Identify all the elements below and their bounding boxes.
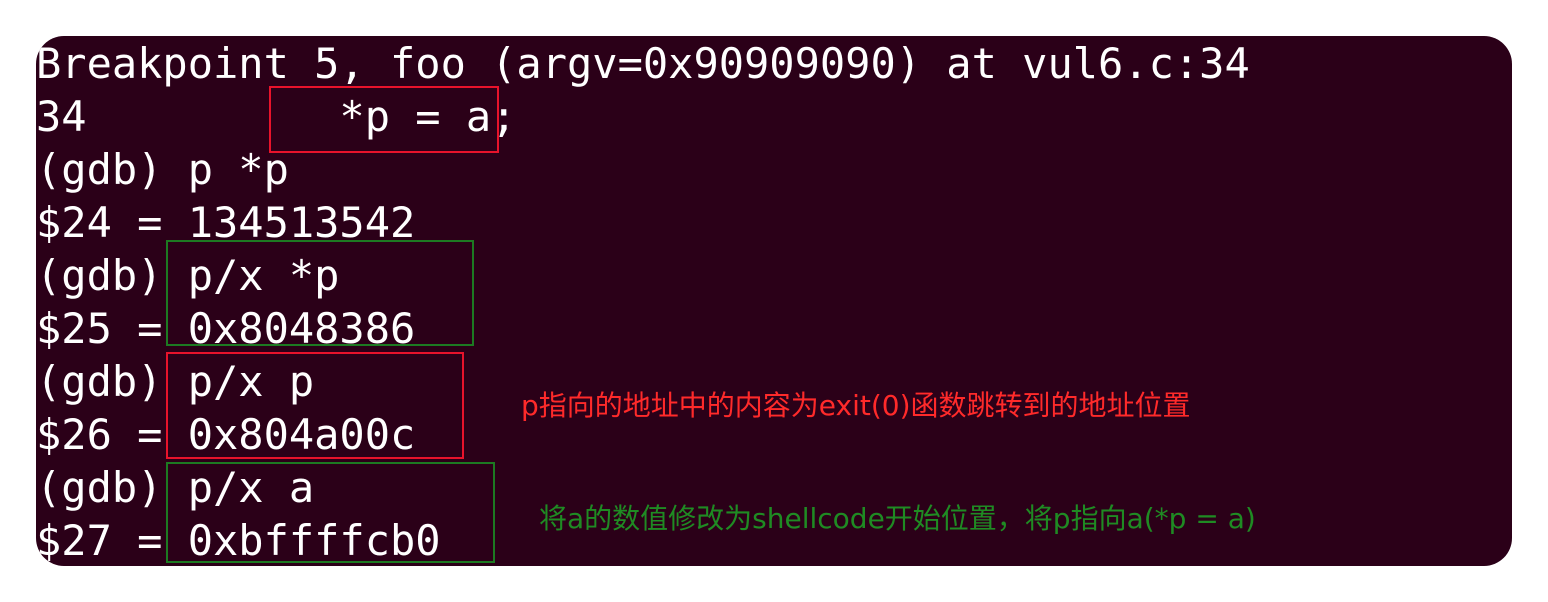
highlight-box-pointer xyxy=(166,352,464,459)
terminal-window[interactable]: Breakpoint 5, foo (argv=0x90909090) at v… xyxy=(36,36,1512,566)
terminal-line-cmd-p-deref: (gdb) p *p xyxy=(36,145,289,194)
highlight-box-deref xyxy=(166,240,474,346)
highlight-box-source xyxy=(269,86,499,153)
annotation-red-note: p指向的地址中的内容为exit(0)函数跳转到的地址位置 xyxy=(521,389,1191,422)
annotation-green-note: 将a的数值修改为shellcode开始位置，将p指向a(*p = a) xyxy=(539,502,1256,535)
highlight-box-value-a xyxy=(166,462,495,563)
terminal-line-breakpoint: Breakpoint 5, foo (argv=0x90909090) at v… xyxy=(36,39,1250,88)
